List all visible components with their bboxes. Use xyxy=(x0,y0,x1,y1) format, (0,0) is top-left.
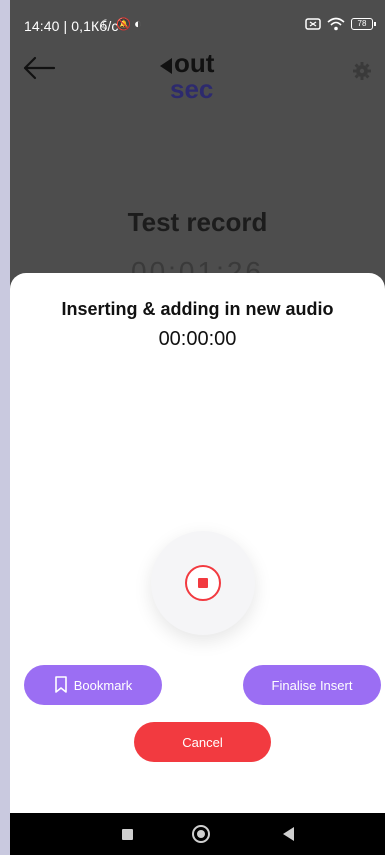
record-title: Test record xyxy=(127,207,268,237)
status-icons: 78 xyxy=(305,17,376,31)
bookmark-button[interactable]: Bookmark xyxy=(24,665,162,705)
sheet-timer: 00:00:00 xyxy=(158,328,237,350)
app-header: out sec xyxy=(10,40,385,110)
wifi-icon xyxy=(327,17,345,31)
insert-audio-sheet: Inserting & adding in new audio 00:00:00… xyxy=(10,273,385,813)
gear-icon[interactable] xyxy=(353,62,371,80)
app-notification-icon: ◐ xyxy=(134,16,142,31)
recents-icon[interactable] xyxy=(122,829,133,840)
battery-icon: 78 xyxy=(351,18,376,30)
moon-icon: ☾ xyxy=(100,17,112,32)
outsec-logo: out sec xyxy=(160,46,250,106)
cancel-button[interactable]: Cancel xyxy=(134,722,271,762)
bookmark-label: Bookmark xyxy=(73,677,133,693)
system-nav-bar xyxy=(10,813,385,855)
phone-screen: 14:40 | 0,1Кб/с ☾ 🔕 ◐ 78 out sec Test re… xyxy=(10,0,385,855)
finalise-label: Finalise Insert xyxy=(271,677,353,693)
logo-bottom-text: sec xyxy=(170,74,213,104)
cancel-label: Cancel xyxy=(182,734,223,750)
sim-icon xyxy=(305,18,321,30)
finalise-insert-button[interactable]: Finalise Insert xyxy=(243,665,381,705)
nav-back-icon[interactable] xyxy=(283,827,295,841)
stop-record-button[interactable] xyxy=(185,565,221,601)
muted-bell-icon: 🔕 xyxy=(116,17,131,31)
sheet-title: Inserting & adding in new audio xyxy=(61,299,334,319)
back-arrow-icon[interactable] xyxy=(22,56,56,80)
bookmark-icon xyxy=(54,676,67,693)
status-bar: 14:40 | 0,1Кб/с ☾ 🔕 ◐ 78 xyxy=(10,0,385,40)
stop-icon xyxy=(198,578,208,588)
home-icon[interactable] xyxy=(192,825,210,843)
